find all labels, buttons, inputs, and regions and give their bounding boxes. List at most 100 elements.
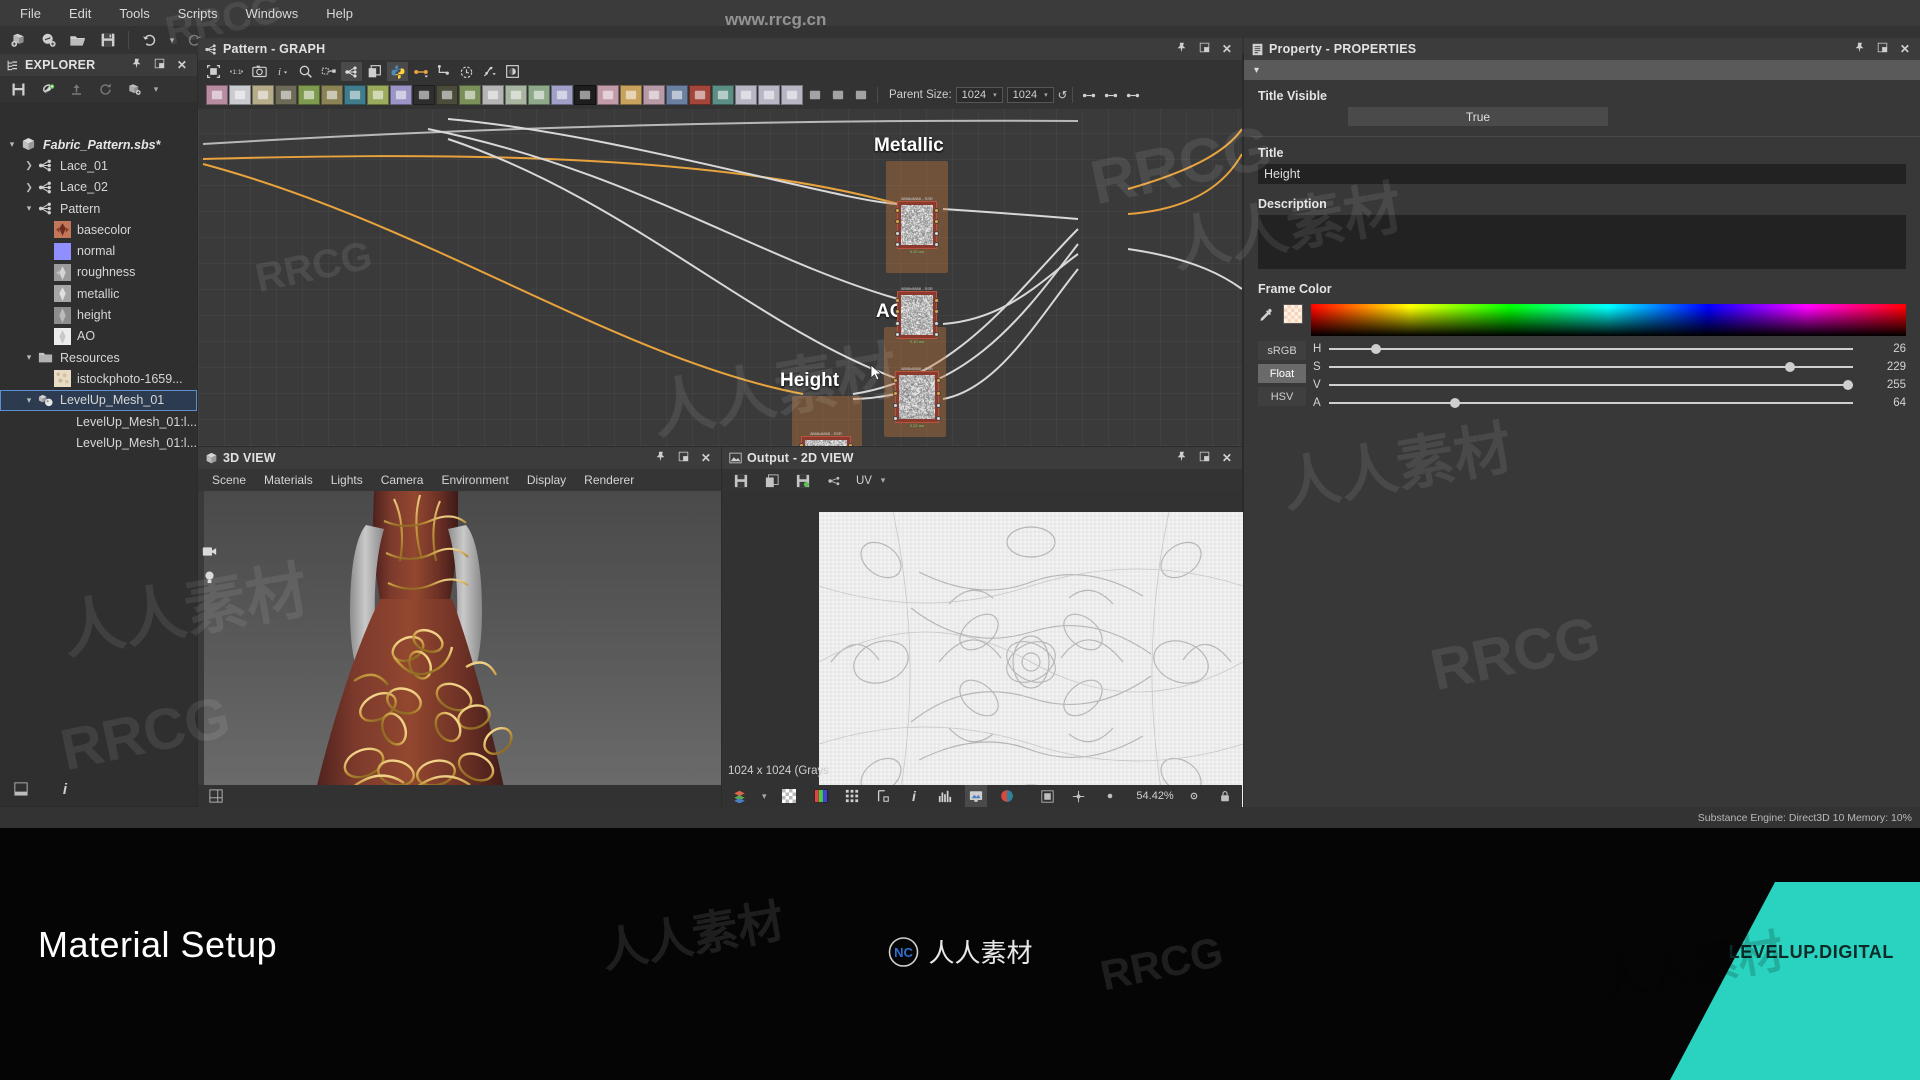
pin-icon[interactable]	[1852, 42, 1866, 56]
node-pin[interactable]	[934, 332, 939, 337]
new-substance-icon[interactable]	[35, 29, 61, 51]
tree-item[interactable]: ▾ Fabric_Pattern.sbs*	[0, 134, 197, 155]
graph-canvas[interactable]: Metallic AO Height 8888x8888 - SSR 0.20 ms 8…	[198, 109, 1242, 446]
tree-item[interactable]: normal	[0, 240, 197, 261]
layers-icon[interactable]	[728, 785, 750, 807]
menu-item-tools[interactable]: Tools	[105, 3, 163, 24]
tile-node-icon[interactable]	[413, 85, 435, 105]
sphere-preview-icon[interactable]	[502, 62, 523, 81]
gradient-map-icon[interactable]	[482, 85, 504, 105]
node-pin[interactable]	[895, 231, 900, 236]
node-align-icon[interactable]	[433, 62, 454, 81]
properties-collapse-header[interactable]: ▾	[1244, 60, 1920, 80]
tree-item[interactable]: roughness	[0, 262, 197, 283]
camera-icon[interactable]	[249, 62, 270, 81]
node-pin[interactable]	[934, 231, 939, 236]
timer-icon[interactable]	[456, 62, 477, 81]
node-pin[interactable]	[895, 321, 900, 326]
ao-node[interactable]: 8888x8888 - SSR 0.10 ms	[897, 291, 937, 339]
frame-color-swatch[interactable]	[1283, 304, 1303, 324]
slider-track[interactable]	[1329, 379, 1853, 391]
pin-icon[interactable]	[129, 58, 143, 72]
slider-track[interactable]	[1329, 343, 1853, 355]
explorer-tree[interactable]: ▾ Fabric_Pattern.sbs* ❯ Lace_01 ❯ Lace_02 ▾ Pat…	[0, 134, 197, 772]
eyedropper-icon[interactable]	[1258, 304, 1275, 324]
blend-node-icon[interactable]	[252, 85, 274, 105]
graph-icon[interactable]	[341, 62, 362, 81]
view2d-zoom-level[interactable]: 54.42%	[1130, 790, 1174, 802]
tri-planar-icon[interactable]	[712, 85, 734, 105]
chevron-right-icon[interactable]: ❯	[21, 182, 37, 193]
pin-icon[interactable]	[1174, 451, 1188, 465]
maximize-icon[interactable]	[676, 451, 690, 465]
reset-icon[interactable]: ↺	[1058, 88, 1068, 102]
parent-size-height[interactable]: 1024 ▾	[1007, 87, 1054, 103]
link-icon[interactable]	[821, 470, 847, 492]
node-pin[interactable]	[893, 378, 898, 383]
connect-icon[interactable]	[410, 62, 431, 81]
svg-node-icon[interactable]	[229, 85, 251, 105]
display-icon[interactable]	[965, 785, 987, 807]
copy-icon[interactable]	[364, 62, 385, 81]
tree-item[interactable]: ▾ Pattern	[0, 198, 197, 219]
tree-item[interactable]: basecolor	[0, 219, 197, 240]
frame-icon[interactable]	[827, 85, 849, 105]
info-icon[interactable]: i	[903, 785, 925, 807]
view3d-menu-scene[interactable]: Scene	[203, 471, 255, 489]
node-pin[interactable]	[934, 242, 939, 247]
comment-icon[interactable]	[804, 85, 826, 105]
gear-icon[interactable]	[1183, 785, 1205, 807]
title-input[interactable]: Height	[1258, 164, 1906, 184]
output-node-icon[interactable]	[735, 85, 757, 105]
tree-item[interactable]: height	[0, 304, 197, 325]
bitmap-node-icon[interactable]	[206, 85, 228, 105]
node-pin[interactable]	[893, 403, 898, 408]
copy-image-icon[interactable]	[759, 470, 785, 492]
chevron-down-icon[interactable]: ▾	[21, 395, 37, 406]
tree-item[interactable]: istockphoto-1659...	[0, 368, 197, 389]
maximize-icon[interactable]	[152, 58, 166, 72]
color-mode-srgb[interactable]: sRGB	[1258, 341, 1306, 360]
node-pin[interactable]	[936, 378, 941, 383]
color-slider-v[interactable]: V 255	[1313, 379, 1906, 391]
save-icon[interactable]	[95, 29, 121, 51]
color-wheel-icon[interactable]	[996, 785, 1018, 807]
color-spectrum[interactable]	[1311, 304, 1906, 336]
tree-item[interactable]: AO	[0, 326, 197, 347]
roughness-node[interactable]: 8888x8888 - SSR 0.22 ms	[895, 371, 939, 423]
curve-icon[interactable]	[479, 62, 500, 81]
light-icon[interactable]	[200, 569, 219, 586]
metallic-node[interactable]: 8888x8888 - SSR 0.20 ms	[897, 201, 937, 249]
reload-icon[interactable]	[92, 78, 118, 100]
shape-node-icon[interactable]	[459, 85, 481, 105]
uv-label[interactable]: UV	[856, 475, 872, 487]
chevron-down-icon[interactable]: ▾	[21, 352, 37, 363]
maximize-icon[interactable]	[1197, 451, 1211, 465]
tree-item[interactable]: ❯ Lace_02	[0, 177, 197, 198]
input-node-icon[interactable]	[758, 85, 780, 105]
tree-item[interactable]: LevelUp_Mesh_01:l...	[0, 432, 197, 453]
levels-node-icon[interactable]	[321, 85, 343, 105]
view3d-menu-environment[interactable]: Environment	[432, 471, 517, 489]
pattern-node-icon[interactable]	[574, 85, 596, 105]
new-substance-icon[interactable]	[121, 78, 147, 100]
menu-item-file[interactable]: File	[6, 3, 55, 24]
mesh-settings-icon[interactable]	[203, 785, 229, 807]
chevron-right-icon[interactable]: ❯	[21, 160, 37, 171]
save-icon[interactable]	[5, 78, 31, 100]
node-pin[interactable]	[848, 443, 853, 446]
frame-selection-icon[interactable]	[203, 62, 224, 81]
close-icon[interactable]: ✕	[175, 58, 189, 72]
color-mode-float[interactable]: Float	[1258, 364, 1306, 383]
atomic-node-icon[interactable]	[597, 85, 619, 105]
blur-node-icon[interactable]	[390, 85, 412, 105]
node-pin[interactable]	[895, 219, 900, 224]
maximize-icon[interactable]	[1197, 42, 1211, 56]
curve-node-icon[interactable]	[298, 85, 320, 105]
menu-item-help[interactable]: Help	[312, 3, 367, 24]
link-style-icon[interactable]	[1078, 86, 1099, 105]
lock-icon[interactable]	[1214, 785, 1236, 807]
emboss-node-icon[interactable]	[505, 85, 527, 105]
undo-icon[interactable]	[136, 29, 162, 51]
slider-knob[interactable]	[1450, 398, 1460, 408]
